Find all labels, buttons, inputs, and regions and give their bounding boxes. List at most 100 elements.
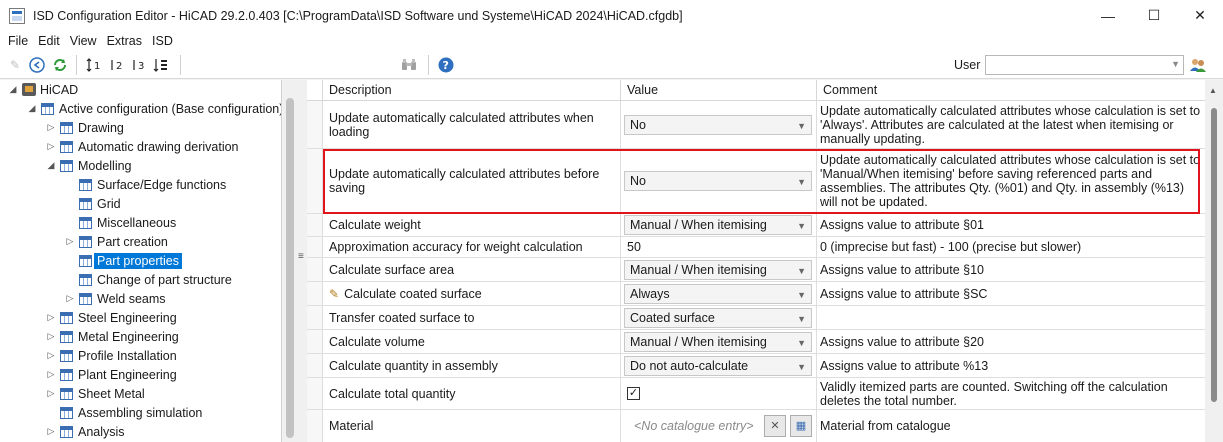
menu-file[interactable]: File <box>3 34 33 48</box>
row-header[interactable] <box>307 214 323 236</box>
row-header[interactable] <box>307 410 323 442</box>
tree-item[interactable]: ◢ Modelling <box>46 156 132 175</box>
value-dropdown[interactable]: No ▼ <box>624 114 812 135</box>
menu-view[interactable]: View <box>65 34 102 48</box>
tree-item[interactable]: ▷ Weld seams <box>65 289 166 308</box>
row-header[interactable] <box>307 354 323 377</box>
table-icon <box>79 216 92 229</box>
table-row[interactable]: Approximation accuracy for weight calcul… <box>307 237 1205 258</box>
clear-icon[interactable]: ✕ <box>764 415 786 437</box>
row-header[interactable] <box>307 101 323 148</box>
collapse-icon[interactable]: ◢ <box>8 84 18 95</box>
level-2-icon[interactable]: 2 <box>109 56 127 74</box>
value-dropdown[interactable]: Manual / When itemising ▼ <box>624 331 812 352</box>
table-row[interactable]: ✎ Calculate coated surface Always ▼ Assig… <box>307 282 1205 306</box>
chevron-down-icon: ▼ <box>797 120 806 131</box>
value-cell[interactable]: 50 <box>621 237 817 257</box>
menu-isd[interactable]: ISD <box>147 34 178 48</box>
tree-item[interactable]: ▷ Plant Engineering <box>46 365 177 384</box>
binoculars-icon[interactable] <box>400 56 418 74</box>
menu-edit[interactable]: Edit <box>33 34 65 48</box>
expand-icon[interactable]: ▷ <box>65 236 75 247</box>
table-row[interactable]: Update automatically calculated attribut… <box>307 149 1205 214</box>
expand-icon[interactable]: ▷ <box>46 331 56 342</box>
level-1-icon[interactable]: 1 <box>86 56 104 74</box>
value-dropdown[interactable]: No ▼ <box>624 171 812 191</box>
catalogue-placeholder: <No catalogue entry> <box>634 419 754 433</box>
row-header[interactable] <box>307 149 323 213</box>
tree-item[interactable]: ▷ Steel Engineering <box>46 308 177 327</box>
expand-icon[interactable]: ▷ <box>46 312 56 323</box>
scrollbar-thumb[interactable] <box>286 98 294 438</box>
row-header[interactable] <box>307 282 323 305</box>
grid-scrollbar[interactable]: ▲ <box>1205 80 1223 442</box>
tree-item[interactable]: ▷ Metal Engineering <box>46 327 179 346</box>
tree-item[interactable]: ▷ Profile Installation <box>46 346 177 365</box>
maximize-button[interactable]: ☐ <box>1131 0 1177 31</box>
value-dropdown[interactable]: Coated surface ▼ <box>624 307 812 328</box>
collapse-icon[interactable]: ◢ <box>46 160 56 171</box>
expand-icon[interactable]: ▷ <box>46 350 56 361</box>
tree-item-active-configuration[interactable]: ◢ Active configuration (Base configurati… <box>27 99 281 118</box>
tree-item[interactable]: ▷ Sheet Metal <box>46 384 145 403</box>
sort-icon[interactable] <box>153 56 171 74</box>
scroll-up-icon[interactable]: ▲ <box>1209 86 1217 95</box>
tree-item[interactable]: Grid <box>65 194 121 213</box>
collapse-icon[interactable]: ◢ <box>27 103 37 114</box>
value-dropdown[interactable]: Manual / When itemising ▼ <box>624 215 812 235</box>
table-row[interactable]: Calculate surface area Manual / When ite… <box>307 258 1205 282</box>
tree-item[interactable]: ▷ Drawing <box>46 118 124 137</box>
refresh-icon[interactable] <box>51 56 69 74</box>
scrollbar-thumb[interactable] <box>1211 108 1217 402</box>
column-header-comment[interactable]: Comment <box>817 80 1205 101</box>
table-row[interactable]: Calculate total quantity ✓ Validly itemi… <box>307 378 1205 410</box>
row-header[interactable] <box>307 306 323 329</box>
column-header-value[interactable]: Value <box>621 80 817 101</box>
expand-icon[interactable]: ▷ <box>46 426 56 437</box>
expand-icon[interactable]: ▷ <box>46 369 56 380</box>
tree-item[interactable]: Change of part structure <box>65 270 232 289</box>
tree-item-selected[interactable]: Part properties <box>65 251 182 270</box>
expand-icon[interactable]: ▷ <box>65 293 75 304</box>
row-header[interactable] <box>307 378 323 409</box>
expand-icon[interactable]: ▷ <box>46 141 56 152</box>
pencil-icon[interactable]: ✎ <box>6 56 24 74</box>
close-button[interactable]: ✕ <box>1177 0 1223 31</box>
row-header[interactable] <box>307 330 323 353</box>
total-quantity-checkbox[interactable]: ✓ <box>627 387 640 400</box>
row-header[interactable] <box>307 258 323 281</box>
help-icon[interactable]: ? <box>437 56 455 74</box>
value-cell: ✓ <box>621 378 817 409</box>
tree-item[interactable]: Surface/Edge functions <box>65 175 226 194</box>
tree-item[interactable]: Miscellaneous <box>65 213 176 232</box>
table-row[interactable]: Update automatically calculated attribut… <box>307 101 1205 149</box>
level-3-icon[interactable]: 3 <box>131 56 149 74</box>
panel-splitter[interactable]: ≡ <box>297 80 307 442</box>
tree-scrollbar[interactable] <box>283 80 297 442</box>
table-row[interactable]: Calculate quantity in assembly Do not au… <box>307 354 1205 378</box>
tree-item[interactable]: ▷ Analysis <box>46 422 125 441</box>
table-icon <box>60 311 73 324</box>
minimize-button[interactable]: — <box>1085 0 1131 31</box>
catalogue-icon[interactable]: ▦ <box>790 415 812 437</box>
table-row[interactable]: Calculate volume Manual / When itemising… <box>307 330 1205 354</box>
column-header-description[interactable]: Description <box>323 80 621 101</box>
tree-item[interactable]: Assembling simulation <box>46 403 202 422</box>
value-dropdown[interactable]: Always ▼ <box>624 283 812 304</box>
value-dropdown[interactable]: Do not auto-calculate ▼ <box>624 355 812 376</box>
user-dropdown[interactable]: ▼ <box>985 55 1184 75</box>
table-row[interactable]: Calculate weight Manual / When itemising… <box>307 214 1205 237</box>
table-row[interactable]: Material <No catalogue entry> ✕ ▦ Materi… <box>307 410 1205 442</box>
table-row[interactable]: Transfer coated surface to Coated surfac… <box>307 306 1205 330</box>
users-icon[interactable] <box>1189 56 1207 74</box>
value-dropdown[interactable]: Manual / When itemising ▼ <box>624 259 812 280</box>
row-header[interactable] <box>307 237 323 257</box>
menu-extras[interactable]: Extras <box>102 34 147 48</box>
tree-item[interactable]: ▷ Automatic drawing derivation <box>46 137 239 156</box>
value-text[interactable]: 50 <box>624 240 641 254</box>
expand-icon[interactable]: ▷ <box>46 388 56 399</box>
back-icon[interactable] <box>28 56 46 74</box>
expand-icon[interactable]: ▷ <box>46 122 56 133</box>
tree-item[interactable]: ▷ Part creation <box>65 232 168 251</box>
tree-root-hicad[interactable]: ◢ HiCAD <box>8 80 79 99</box>
